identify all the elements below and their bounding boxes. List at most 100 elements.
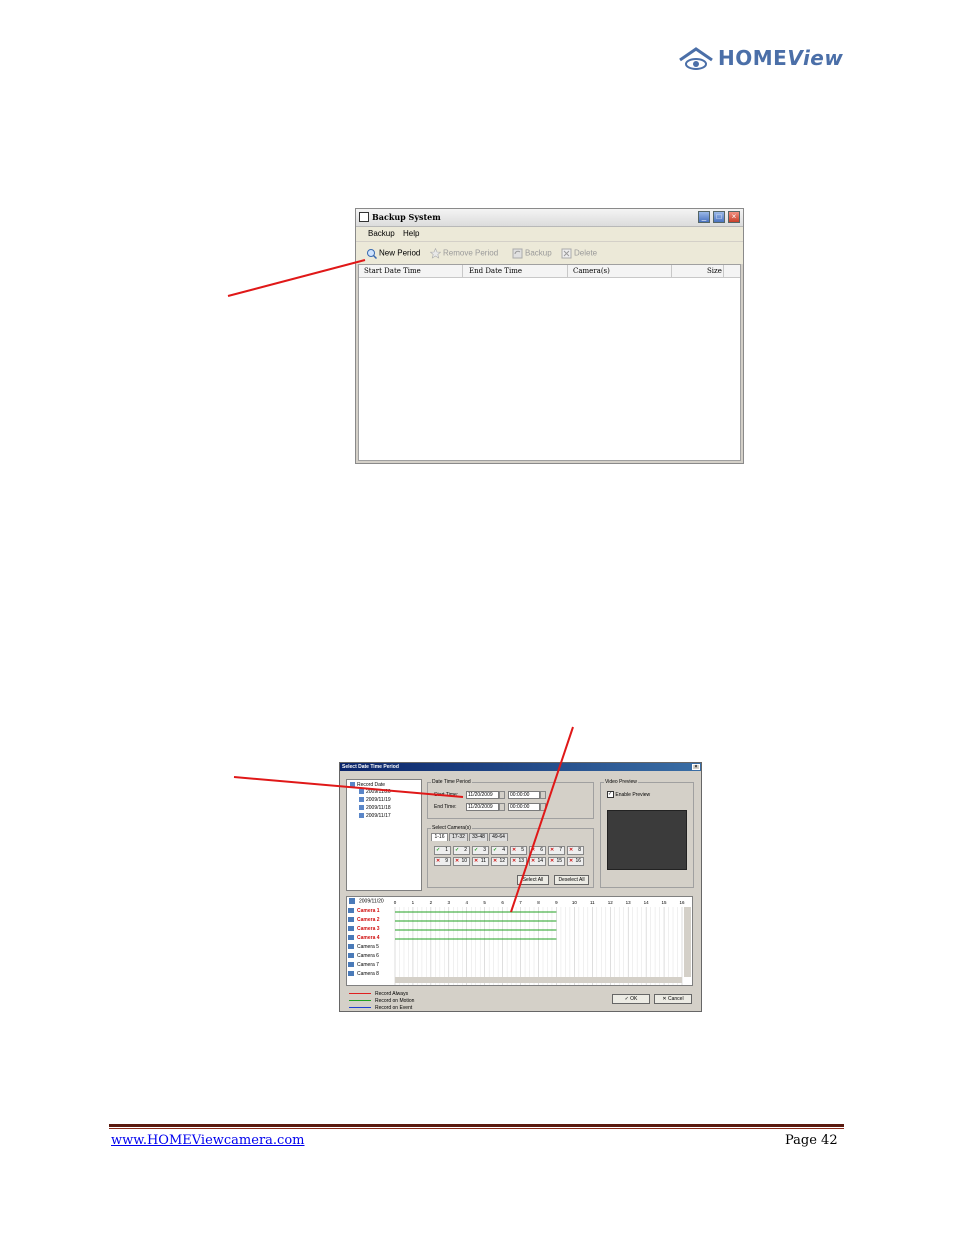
tree-date-item[interactable]: 2009/11/19 — [359, 797, 391, 803]
new-period-button[interactable]: New Period — [366, 248, 420, 259]
cross-icon: ✕ — [550, 847, 555, 853]
camera-row-label[interactable]: Camera 5 — [347, 944, 393, 952]
magnifier-icon — [367, 249, 377, 259]
record-date-tree[interactable]: Record Date 2009/11/20 2009/11/19 2009/1… — [346, 779, 422, 891]
camera-row-label[interactable]: Camera 6 — [347, 953, 393, 961]
camera-row-label[interactable]: Camera 2 — [347, 917, 393, 925]
hour-tick-label: 9 — [555, 900, 558, 905]
dialog-close-button[interactable]: × — [692, 764, 700, 770]
camera-toggle-8[interactable]: ✕ 8 — [567, 846, 584, 855]
camera-toggle-4[interactable]: ✓ 4 — [491, 846, 508, 855]
app-icon — [359, 212, 369, 222]
legend-item: Record Always — [349, 991, 408, 997]
camera-toggle-9[interactable]: ✕ 9 — [434, 857, 451, 866]
col-cameras[interactable]: Camera(s) — [573, 267, 610, 275]
menu-backup[interactable]: Backup — [368, 229, 395, 238]
backup-button[interactable]: Backup — [512, 248, 552, 259]
camera-toggle-7[interactable]: ✕ 7 — [548, 846, 565, 855]
delete-button[interactable]: Delete — [561, 248, 597, 259]
select-all-button[interactable]: Select All — [517, 875, 549, 885]
camera-row-label[interactable]: Camera 8 — [347, 971, 393, 979]
window-title: Backup System — [372, 212, 441, 222]
tree-date-item[interactable]: 2009/11/18 — [359, 805, 391, 811]
cross-icon: ✕ — [550, 858, 555, 864]
maximize-button[interactable]: □ — [713, 211, 725, 223]
timeline-date[interactable]: 2009/11/20 — [349, 898, 384, 904]
calendar-icon — [359, 805, 364, 811]
hour-tick-label: 7 — [519, 900, 522, 905]
camera-toggle-12[interactable]: ✕ 12 — [491, 857, 508, 866]
tree-date-item[interactable]: 2009/11/20 — [359, 789, 391, 795]
start-date-spinner[interactable] — [499, 791, 505, 799]
cross-icon: ✕ — [569, 847, 574, 853]
minimize-button[interactable]: _ — [698, 211, 710, 223]
tree-date-item[interactable]: 2009/11/17 — [359, 813, 391, 819]
end-date-spinner[interactable] — [499, 803, 505, 811]
hour-tick-label: 15 — [662, 900, 668, 905]
window-titlebar[interactable]: Backup System _ □ × — [356, 209, 743, 227]
cross-icon: ✕ — [436, 858, 441, 864]
backup-period-list[interactable]: Start Date Time End Date Time Camera(s) … — [358, 264, 741, 461]
timeline-scrollbar[interactable] — [395, 977, 682, 983]
checkmark-icon: ✓ — [436, 847, 441, 853]
remove-period-button[interactable]: Remove Period — [430, 248, 498, 259]
camera-toggle-16[interactable]: ✕ 16 — [567, 857, 584, 866]
hour-tick-label: 12 — [608, 900, 614, 905]
start-time-label: Start Time: — [434, 792, 459, 798]
homeview-logo: HOMEView — [678, 44, 843, 76]
tab-17-32[interactable]: 17-32 — [449, 833, 468, 841]
backup-system-window: Backup System _ □ × Backup Help New Peri… — [355, 208, 744, 464]
cross-icon: ✕ — [493, 858, 498, 864]
tab-49-64[interactable]: 49-64 — [489, 833, 508, 841]
end-time-spinner[interactable] — [540, 803, 546, 811]
end-time-input[interactable]: 00:00:00 — [508, 803, 540, 811]
end-date-input[interactable]: 11/20/2009 — [466, 803, 499, 811]
camera-row-label[interactable]: Camera 1 — [347, 908, 393, 916]
col-size[interactable]: Size — [707, 267, 722, 275]
cancel-button[interactable]: ✕ Cancel — [654, 994, 692, 1004]
hour-tick-label: 0 — [394, 900, 397, 905]
camera-toggle-2[interactable]: ✓ 2 — [453, 846, 470, 855]
dialog-titlebar[interactable]: Select Date Time Period × — [340, 763, 701, 771]
camera-toggle-13[interactable]: ✕ 13 — [510, 857, 527, 866]
house-eye-icon — [679, 47, 713, 70]
ok-button[interactable]: ✓ OK — [612, 994, 650, 1004]
camera-toggle-5[interactable]: ✕ 5 — [510, 846, 527, 855]
camera-toggle-14[interactable]: ✕ 14 — [529, 857, 546, 866]
checkmark-icon: ✓ — [607, 791, 614, 798]
close-button[interactable]: × — [728, 211, 740, 223]
timeline-grid: 0 1 2 3 4 5 6 7 8 9 10 11 12 13 14 15 16 — [394, 900, 691, 985]
tree-root[interactable]: Record Date — [350, 782, 385, 788]
camera-row-label[interactable]: Camera 7 — [347, 962, 393, 970]
tab-33-48[interactable]: 33-48 — [469, 833, 488, 841]
camera-toggle-11[interactable]: ✕ 11 — [472, 857, 489, 866]
hour-tick-label: 11 — [590, 900, 595, 905]
timeline-vertical-scrollbar[interactable] — [684, 907, 691, 977]
website-link[interactable]: www.HOMEViewcamera.com — [111, 1133, 305, 1148]
col-end-date-time[interactable]: End Date Time — [469, 267, 522, 275]
camera-row-label[interactable]: Camera 4 — [347, 935, 393, 943]
camera-row-label[interactable]: Camera 3 — [347, 926, 393, 934]
legend-swatch — [349, 993, 371, 995]
camera-toggle-1[interactable]: ✓ 1 — [434, 846, 451, 855]
tab-1-16[interactable]: 1-16 — [431, 833, 448, 841]
checkmark-icon: ✓ — [474, 847, 479, 853]
cross-icon: ✕ — [512, 847, 517, 853]
col-start-date-time[interactable]: Start Date Time — [364, 267, 421, 275]
start-date-input[interactable]: 11/20/2009 — [466, 791, 499, 799]
menu-help[interactable]: Help — [403, 229, 419, 238]
hour-tick-label: 13 — [626, 900, 632, 905]
camera-toggle-15[interactable]: ✕ 15 — [548, 857, 565, 866]
backup-icon — [512, 248, 523, 259]
hour-tick-label: 16 — [679, 900, 685, 905]
select-date-time-period-dialog: Select Date Time Period × Record Date 20… — [339, 762, 702, 1012]
camera-toggle-3[interactable]: ✓ 3 — [472, 846, 489, 855]
checkmark-icon: ✓ — [455, 847, 460, 853]
start-time-input[interactable]: 00:00:00 — [508, 791, 540, 799]
camera-toggle-6[interactable]: ✕ 6 — [529, 846, 546, 855]
camera-toggle-10[interactable]: ✕ 10 — [453, 857, 470, 866]
recording-timeline[interactable]: 0 1 2 3 4 5 6 7 8 9 10 11 12 13 14 15 16 2009/11/20 Came… — [346, 896, 693, 986]
start-time-spinner[interactable] — [540, 791, 546, 799]
deselect-all-button[interactable]: Deselect All — [554, 875, 589, 885]
enable-preview-checkbox[interactable]: ✓ Enable Preview — [607, 791, 650, 798]
